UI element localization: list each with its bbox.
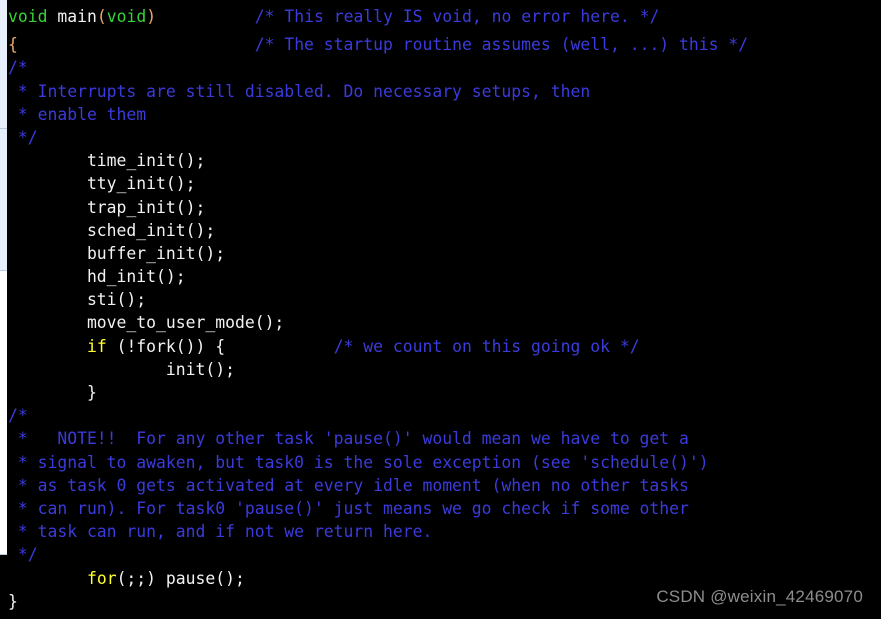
code-line[interactable]: */ xyxy=(0,126,881,149)
code-token-cmt: */ xyxy=(8,545,38,565)
code-token-plain: trap_init(); xyxy=(8,197,206,217)
code-token-punct: { xyxy=(8,35,18,55)
code-token-plain: move_to_user_mode(); xyxy=(8,313,285,333)
code-token-plain: sti(); xyxy=(8,290,147,310)
code-token-cmt: /* xyxy=(8,58,28,78)
code-token-plain: (!fork()) { xyxy=(106,336,226,356)
code-line[interactable]: /* xyxy=(0,404,881,427)
code-line[interactable]: if (!fork()) { /* we count on this going… xyxy=(0,335,881,358)
code-token-plain: } xyxy=(8,383,97,402)
code-line[interactable]: * enable them xyxy=(0,103,881,126)
csdn-watermark: CSDN @weixin_42469070 xyxy=(656,587,863,606)
code-line[interactable]: buffer_init(); xyxy=(0,242,881,265)
code-token-cmt: * signal to awaken, but task0 is the sol… xyxy=(8,452,709,472)
code-token-cmt: /* This really IS void, no error here. *… xyxy=(254,7,660,26)
code-line[interactable]: hd_init(); xyxy=(0,265,881,288)
code-token-cmt: /* we count on this going ok */ xyxy=(333,336,640,356)
code-token-cmt: * NOTE!! For any other task 'pause()' wo… xyxy=(8,429,689,449)
code-line[interactable]: * task can run, and if not we return her… xyxy=(0,520,881,543)
code-line[interactable]: move_to_user_mode(); xyxy=(0,311,881,334)
code-token-punct: ) xyxy=(146,7,157,26)
code-token-kw2: if xyxy=(86,336,107,356)
code-token-kw: void xyxy=(8,7,48,26)
code-token-cmt: /* The startup routine assumes (well, ..… xyxy=(254,35,749,55)
code-token-ident: main xyxy=(57,7,97,26)
code-token-kw: void xyxy=(106,7,147,26)
code-editor: void main(void) /* This really IS void, … xyxy=(0,0,881,619)
code-line[interactable]: } xyxy=(0,381,881,404)
code-token-plain: tty_init(); xyxy=(8,174,196,194)
code-token-plain: init(); xyxy=(8,359,235,379)
code-line[interactable]: { /* The startup routine assumes (well, … xyxy=(0,33,881,56)
code-token-cmt: /* xyxy=(8,406,28,426)
code-line[interactable]: trap_init(); xyxy=(0,196,881,219)
code-token-kw2: for xyxy=(86,568,117,588)
code-token-plain: time_init(); xyxy=(8,151,206,171)
code-line[interactable]: * as task 0 gets activated at every idle… xyxy=(0,474,881,497)
code-line[interactable]: sti(); xyxy=(0,288,881,311)
code-line[interactable]: time_init(); xyxy=(0,149,881,172)
code-token-cmt: * as task 0 gets activated at every idle… xyxy=(8,475,689,495)
code-token-cmt: * enable them xyxy=(8,104,147,124)
code-content[interactable]: void main(void) /* This really IS void, … xyxy=(0,0,881,619)
code-token-plain: } xyxy=(8,591,18,611)
code-token-plain: sched_init(); xyxy=(8,220,216,240)
code-line[interactable]: * NOTE!! For any other task 'pause()' wo… xyxy=(0,427,881,450)
code-line[interactable]: sched_init(); xyxy=(0,219,881,242)
code-line[interactable]: * can run). For task0 'pause()' just mea… xyxy=(0,497,881,520)
code-token-cmt: * task can run, and if not we return her… xyxy=(8,522,433,542)
code-line[interactable]: void main(void) /* This really IS void, … xyxy=(0,0,881,33)
code-token-cmt: * Interrupts are still disabled. Do nece… xyxy=(8,81,591,101)
code-line[interactable]: tty_init(); xyxy=(0,172,881,195)
code-line[interactable]: * signal to awaken, but task0 is the sol… xyxy=(0,451,881,474)
code-token-cmt: * can run). For task0 'pause()' just mea… xyxy=(8,498,689,518)
code-token-plain: buffer_init(); xyxy=(8,243,226,263)
code-token-cmt: */ xyxy=(8,127,38,147)
code-line[interactable]: /* xyxy=(0,56,881,79)
code-line[interactable]: init(); xyxy=(0,358,881,381)
code-token-plain: (;;) pause(); xyxy=(116,568,245,588)
code-line[interactable]: * Interrupts are still disabled. Do nece… xyxy=(0,80,881,103)
code-token-plain: hd_init(); xyxy=(8,267,186,287)
code-token-punct: ( xyxy=(96,7,107,26)
code-line[interactable]: */ xyxy=(0,543,881,566)
